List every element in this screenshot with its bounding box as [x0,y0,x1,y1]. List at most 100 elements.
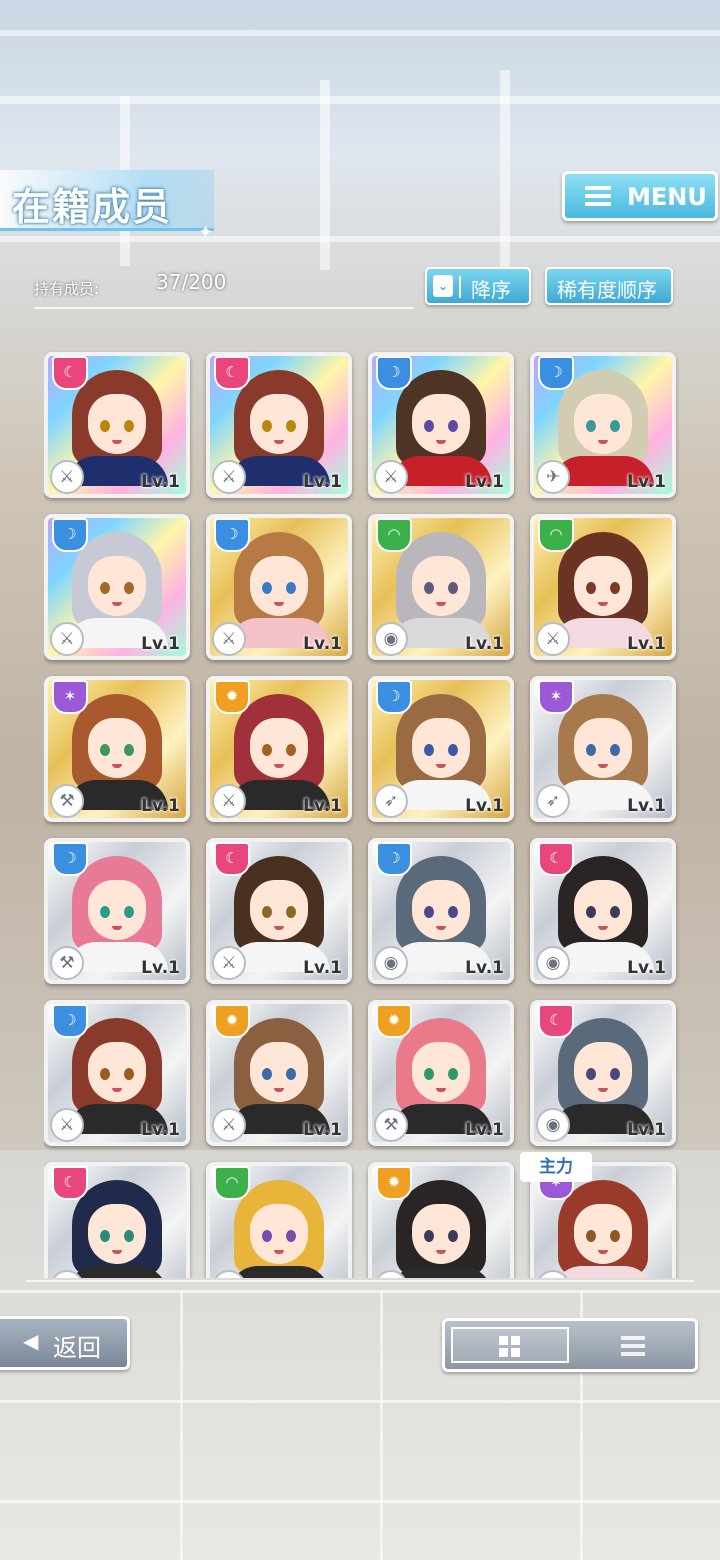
divider [34,307,414,309]
star-icon: ✶ [52,680,88,714]
page-title-banner: 在籍成员 [0,170,214,231]
menu-label: MENU [627,183,707,211]
sword-icon: ⚔ [50,1108,84,1142]
arc-icon: ◠ [214,1166,250,1200]
member-card[interactable]: ☾ ◉ Lv.1 [530,838,676,984]
crescent-icon: ☾ [538,1004,574,1038]
sword-icon: ⚔ [212,622,246,656]
moon-icon: ☽ [538,356,574,390]
member-card[interactable]: ◠ ⚔ Lv.1 [530,514,676,660]
hamburger-icon [585,186,611,206]
member-level: Lv.1 [303,1120,342,1140]
menu-button[interactable]: MENU [562,171,718,221]
member-level: Lv.1 [627,958,666,978]
member-level: Lv.1 [627,634,666,654]
member-card[interactable]: ◠⚔ [206,1162,352,1278]
member-card[interactable]: ☽ ⚔ Lv.1 [206,514,352,660]
list-icon [621,1336,645,1360]
member-level: Lv.1 [627,472,666,492]
moon-icon: ☽ [376,842,412,876]
member-level: Lv.1 [465,472,504,492]
member-level: Lv.1 [303,472,342,492]
member-level: Lv.1 [141,958,180,978]
sort-order-label: 降序 [471,278,511,302]
member-card[interactable]: ◠ ◉ Lv.1 [368,514,514,660]
member-card[interactable]: ☽ ⚔ Lv.1 [368,352,514,498]
member-level: Lv.1 [141,796,180,816]
member-level: Lv.1 [627,796,666,816]
member-card[interactable]: ✹ ⚔ Lv.1 [206,676,352,822]
sword-icon: ⚔ [50,622,84,656]
shield-icon: ◉ [536,946,570,980]
member-card[interactable]: ☽ ⚒ Lv.1 [44,838,190,984]
member-level: Lv.1 [141,634,180,654]
member-card[interactable]: ☽ ⚔ Lv.1 [44,514,190,660]
separator [459,276,461,298]
shield-icon: ◉ [374,622,408,656]
star-icon: ✶ [538,680,574,714]
sword-icon: ⚔ [212,784,246,818]
member-level: Lv.1 [303,958,342,978]
member-card[interactable]: ☾ ⚔ Lv.1 [206,352,352,498]
member-level: Lv.1 [303,634,342,654]
shield-icon: ◉ [374,946,408,980]
owned-members-count: 37/200 [156,270,227,294]
member-card[interactable]: ✹ ⚒ Lv.1 [368,1000,514,1146]
moon-icon: ☽ [52,842,88,876]
sword-icon: ⚔ [212,946,246,980]
hammer-icon: ⚒ [50,946,84,980]
sort-rarity-label: 稀有度顺序 [557,278,657,302]
sun-icon: ✹ [376,1004,412,1038]
sword-icon: ⚔ [536,622,570,656]
crescent-icon: ☾ [214,842,250,876]
member-card[interactable]: ☽ ➶ Lv.1 [368,676,514,822]
member-card[interactable]: ☾ ⚔ Lv.1 [44,352,190,498]
arc-icon: ◠ [376,518,412,552]
member-card[interactable]: ✹⚔ [368,1162,514,1278]
member-card[interactable]: ☾ ⚔ Lv.1 [206,838,352,984]
sparkle-icon: ✦ [198,222,214,243]
moon-icon: ☽ [214,518,250,552]
sun-icon: ✹ [376,1166,412,1200]
member-card[interactable]: ✹ ⚔ Lv.1 [206,1000,352,1146]
grid-view-button[interactable] [451,1327,569,1363]
moon-icon: ☽ [376,356,412,390]
member-level: Lv.1 [465,634,504,654]
crescent-icon: ☾ [52,356,88,390]
divider [26,1280,694,1282]
sun-icon: ✹ [214,1004,250,1038]
member-card[interactable]: ☽ ✈ Lv.1 [530,352,676,498]
member-card[interactable]: ☽ ◉ Lv.1 [368,838,514,984]
member-level: Lv.1 [141,472,180,492]
main-member-tag: 主力 [520,1152,592,1182]
back-label: 返回 [53,1334,101,1362]
member-level: Lv.1 [141,1120,180,1140]
crescent-icon: ☾ [52,1166,88,1200]
chevron-down-icon: ⌄ [433,275,453,297]
view-toggle [442,1318,698,1372]
member-card[interactable]: ✶ ⚒ Lv.1 [44,676,190,822]
arc-icon: ◠ [538,518,574,552]
member-level: Lv.1 [627,1120,666,1140]
sort-rarity-button[interactable]: 稀有度顺序 [545,267,673,305]
member-level: Lv.1 [465,796,504,816]
sword-icon: ⚔ [212,460,246,494]
crescent-icon: ☾ [538,842,574,876]
sword-icon: ⚔ [212,1108,246,1142]
moon-icon: ☽ [52,1004,88,1038]
shield-icon: ◉ [536,1108,570,1142]
grid-icon [499,1336,521,1358]
member-level: Lv.1 [303,796,342,816]
back-button[interactable]: ◀ 返回 [0,1316,130,1370]
sword-icon: ⚔ [374,460,408,494]
member-card[interactable]: ☾ ◉ Lv.1 [530,1000,676,1146]
sort-order-button[interactable]: ⌄ 降序 [425,267,531,305]
member-card[interactable]: ☽ ⚔ Lv.1 [44,1000,190,1146]
list-view-button[interactable] [575,1327,691,1363]
member-card[interactable]: ✶ ➶ Lv.1 [530,676,676,822]
member-level: Lv.1 [465,958,504,978]
moon-icon: ☽ [52,518,88,552]
rocket-icon: ➶ [536,784,570,818]
sword-icon: ⚔ [50,460,84,494]
member-card[interactable]: ☾⚔ [44,1162,190,1278]
